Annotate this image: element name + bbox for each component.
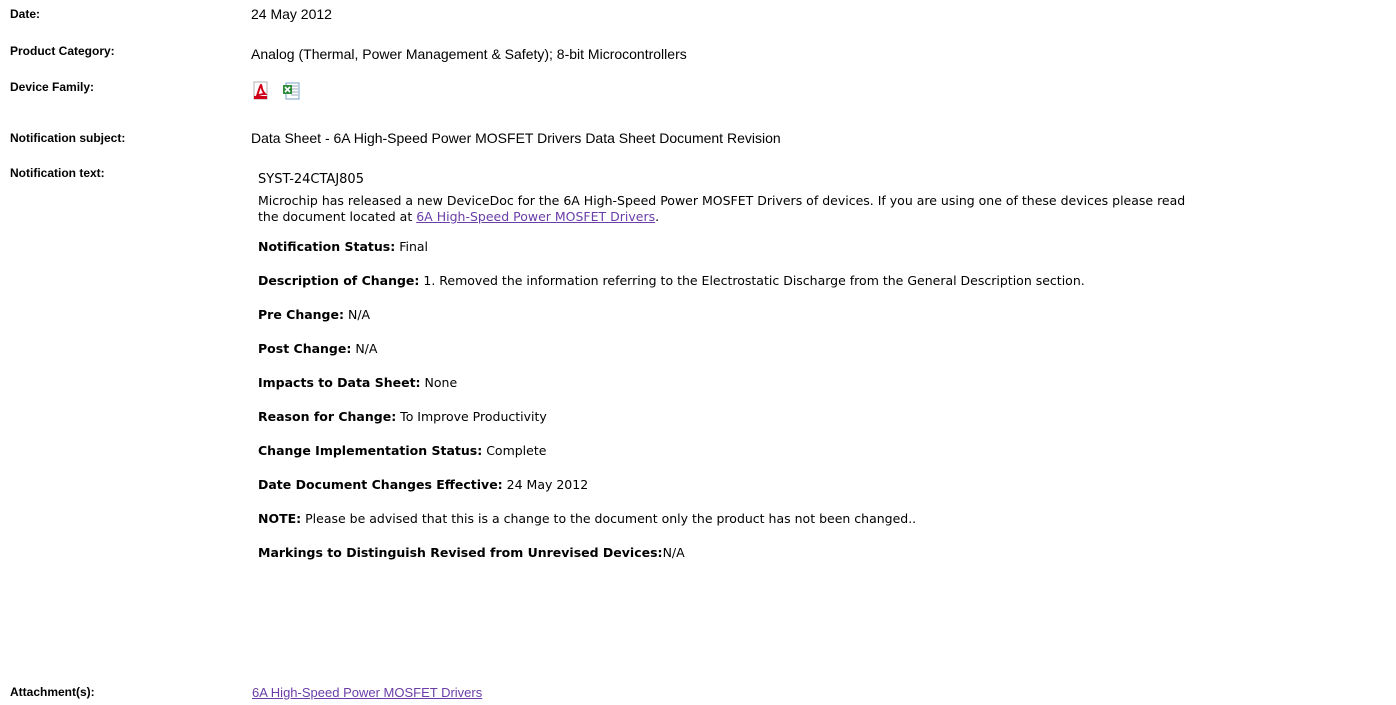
markings-value: N/A [662,545,685,560]
date-document-changes-effective-label: Date Document Changes Effective: [258,477,503,492]
change-implementation-status-label: Change Implementation Status: [258,443,483,458]
post-change-label: Post Change: [258,341,352,356]
reason-for-change: Reason for Change: To Improve Productivi… [258,409,1390,425]
excel-file-icon[interactable] [281,81,301,101]
intro-part1: Microchip has released a new DeviceDoc f… [258,193,1186,208]
description-of-change: Description of Change: 1. Removed the in… [258,273,1390,289]
post-change-value: N/A [351,341,378,356]
notification-status: Notification Status: Final [258,239,1390,255]
note: NOTE: Please be advised that this is a c… [258,511,1390,527]
attachments-label: Attachment(s): [10,685,95,699]
notification-subject-label: Notification subject: [10,131,126,145]
product-category-label: Product Category: [10,44,115,58]
intro-part2: the document located at [258,209,413,224]
notification-id: SYST-24CTAJ805 [258,172,364,187]
note-value: Please be advised that this is a change … [301,511,917,526]
markings: Markings to Distinguish Revised from Unr… [258,545,1390,561]
intro-end: . [655,209,660,224]
markings-label: Markings to Distinguish Revised from Unr… [258,545,663,560]
date-document-changes-effective-value: 24 May 2012 [502,477,589,492]
impacts-to-data-sheet-value: None [420,375,458,390]
pre-change-label: Pre Change: [258,307,344,322]
notification-subject-value: Data Sheet - 6A High-Speed Power MOSFET … [251,130,781,146]
reason-for-change-value: To Improve Productivity [396,409,547,424]
device-family-icons [251,81,301,101]
impacts-to-data-sheet-label: Impacts to Data Sheet: [258,375,421,390]
pdf-file-icon[interactable] [251,81,271,101]
note-label: NOTE: [258,511,302,526]
attachment-link[interactable]: 6A High-Speed Power MOSFET Drivers [252,685,482,700]
notification-text-label: Notification text: [10,166,105,180]
date-document-changes-effective: Date Document Changes Effective: 24 May … [258,477,1390,493]
reason-for-change-label: Reason for Change: [258,409,397,424]
notification-intro: Microchip has released a new DeviceDoc f… [258,193,1390,225]
change-implementation-status: Change Implementation Status: Complete [258,443,1390,459]
device-family-label: Device Family: [10,80,95,94]
notification-status-label: Notification Status: [258,239,396,254]
pre-change: Pre Change: N/A [258,307,1390,323]
notification-text-body: SYST-24CTAJ805 Microchip has released a … [258,172,1390,561]
post-change: Post Change: N/A [258,341,1390,357]
pre-change-value: N/A [344,307,371,322]
product-category-value: Analog (Thermal, Power Management & Safe… [251,46,687,62]
date-label: Date: [10,7,41,21]
description-of-change-label: Description of Change: [258,273,420,288]
document-link[interactable]: 6A High-Speed Power MOSFET Drivers [416,209,655,224]
date-value: 24 May 2012 [251,6,332,22]
change-implementation-status-value: Complete [482,443,547,458]
impacts-to-data-sheet: Impacts to Data Sheet: None [258,375,1390,391]
notification-status-value: Final [395,239,429,254]
description-of-change-value: 1. Removed the information referring to … [419,273,1085,288]
